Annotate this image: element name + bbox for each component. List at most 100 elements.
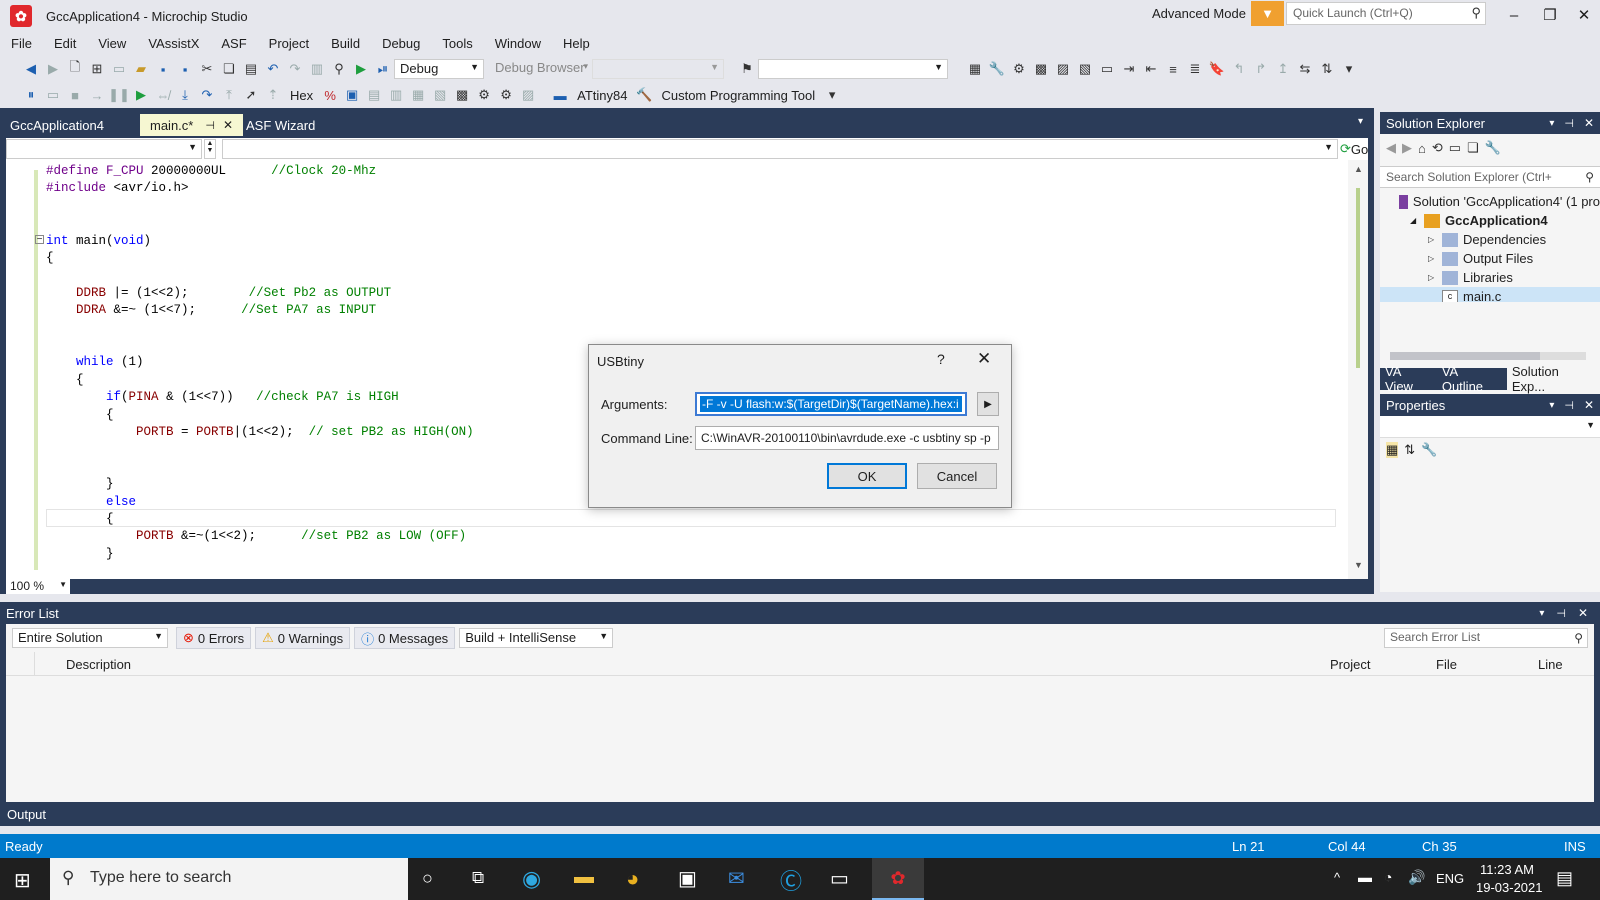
edge-icon[interactable]: ◉	[522, 866, 541, 892]
tab-va-view[interactable]: VA View	[1380, 361, 1437, 397]
advanced-mode-label[interactable]: Advanced Mode	[1152, 6, 1246, 21]
scope-select[interactable]: Entire Solution ▼	[12, 628, 168, 648]
program-icon[interactable]: ⚙	[473, 85, 495, 105]
pin-icon[interactable]: ⊣	[1564, 399, 1574, 412]
tab-overflow-icon[interactable]: ▾	[1358, 116, 1363, 127]
menu-edit[interactable]: Edit	[43, 33, 87, 54]
properties-object-select[interactable]: ▼	[1380, 416, 1600, 438]
find-combo[interactable]: ▼	[758, 59, 948, 79]
tab-solution-explorer[interactable]: Solution Exp...	[1506, 361, 1600, 397]
comment-icon[interactable]: ≡	[1162, 59, 1184, 79]
minimize-button[interactable]: –	[1496, 4, 1532, 26]
break-all-icon[interactable]: ⏸	[20, 85, 42, 105]
hex-toggle[interactable]: Hex	[284, 88, 319, 103]
toggle-icon[interactable]: ⇆	[1294, 59, 1316, 79]
trace-icon[interactable]: ▨	[517, 85, 539, 105]
show-all-icon[interactable]: ❏	[1467, 140, 1479, 156]
stop-icon[interactable]: ■	[64, 85, 86, 105]
outdent-icon[interactable]: ⇤	[1140, 59, 1162, 79]
taskbar-search-input[interactable]: ⚲ Type here to search	[50, 858, 408, 900]
expand-icon[interactable]: ◢	[1410, 216, 1424, 225]
messages-filter[interactable]: ⓘ 0 Messages	[354, 627, 456, 649]
categorized-icon[interactable]: ▦	[1386, 442, 1399, 458]
close-icon[interactable]: ✕	[1578, 606, 1588, 620]
device-programming-icon[interactable]: ▦	[964, 59, 986, 79]
undo-icon[interactable]: ↶	[262, 59, 284, 79]
pin-icon[interactable]: ⊣	[1564, 117, 1574, 130]
clock-time[interactable]: 11:23 AM	[1480, 862, 1534, 877]
step-out-icon[interactable]: ⤒	[218, 85, 240, 105]
notifications-icon[interactable]: ▤	[1556, 868, 1573, 889]
save-icon[interactable]: ▪	[152, 59, 174, 79]
run-to-cursor-icon[interactable]: ➚	[240, 85, 262, 105]
windows-start-icon[interactable]: ⊞	[14, 868, 31, 893]
column-file[interactable]: File	[1436, 657, 1457, 672]
store-icon[interactable]: ▣	[678, 866, 697, 891]
forward-icon[interactable]: ▶	[42, 59, 64, 79]
tree-item[interactable]: ▷ Libraries	[1380, 268, 1600, 287]
close-tab-icon[interactable]: ✕	[223, 118, 233, 132]
cancel-button[interactable]: Cancel	[917, 463, 997, 489]
tab-asf-wizard[interactable]: ASF Wizard	[236, 114, 325, 136]
restore-button[interactable]: ❐	[1532, 4, 1568, 26]
column-line[interactable]: Line	[1538, 657, 1563, 672]
solution-search-input[interactable]: Search Solution Explorer (Ctrl+ ⚲	[1380, 166, 1600, 188]
menu-view[interactable]: View	[87, 33, 137, 54]
menu-vassistx[interactable]: VAssistX	[137, 33, 210, 54]
step-icon[interactable]: →	[86, 85, 108, 105]
expand-icon[interactable]: ▷	[1428, 254, 1442, 263]
microchip-studio-taskbar-icon[interactable]: ✿	[872, 858, 924, 900]
menu-tools[interactable]: Tools	[431, 33, 483, 54]
bookmark-icon[interactable]: 🔖	[1206, 59, 1228, 79]
programming-tool-icon[interactable]: 🔨	[633, 85, 655, 105]
wrench-icon[interactable]: 🔧	[986, 59, 1008, 79]
start-debugging-icon[interactable]: ▶	[350, 59, 372, 79]
back-icon[interactable]: ◀	[1386, 140, 1396, 156]
zoom-select[interactable]: 100 % ▼	[6, 579, 70, 594]
clear-bookmark-icon[interactable]: ↥	[1272, 59, 1294, 79]
arguments-menu-button[interactable]: ▶	[977, 392, 999, 416]
paste-icon[interactable]: ▤	[240, 59, 262, 79]
cortana-icon[interactable]: ○	[422, 868, 433, 889]
scope-spinner[interactable]: ▲ ▼	[204, 139, 216, 159]
show-next-statement-icon[interactable]: ⇡	[262, 85, 284, 105]
tray-chevron-icon[interactable]: ^	[1334, 870, 1340, 885]
errors-filter[interactable]: ⊗ 0 Errors	[176, 627, 252, 649]
tab-va-outline[interactable]: VA Outline	[1437, 361, 1507, 397]
close-window-button[interactable]: ✕	[1566, 4, 1600, 26]
menu-help[interactable]: Help	[552, 33, 601, 54]
expand-icon[interactable]: ▷	[1428, 273, 1442, 282]
scroll-thumb[interactable]	[1356, 188, 1360, 368]
indent-icon[interactable]: ⇥	[1118, 59, 1140, 79]
windows-icon[interactable]: ▣	[341, 85, 363, 105]
tab-gccapplication4[interactable]: GccApplication4	[0, 114, 114, 136]
close-icon[interactable]: ✕	[1584, 116, 1594, 130]
registers-icon[interactable]: ▥	[385, 85, 407, 105]
extension-icon[interactable]: ▨	[1052, 59, 1074, 79]
close-icon[interactable]: ✕	[1584, 398, 1594, 412]
cut-icon[interactable]: ✂	[196, 59, 218, 79]
continue-icon[interactable]: ▶	[130, 85, 152, 105]
open-folder-icon[interactable]: ▰	[130, 59, 152, 79]
toolbar-options-icon[interactable]: ▾	[1338, 59, 1360, 79]
properties-icon[interactable]: 🔧	[1485, 140, 1501, 156]
arguments-input[interactable]: -F -v -U flash:w:$(TargetDir)$(TargetNam…	[695, 392, 967, 416]
tab-main-c[interactable]: main.c* ⊣ ✕	[140, 114, 244, 136]
reset-icon[interactable]: ▭	[42, 85, 64, 105]
tree-item[interactable]: Solution 'GccApplication4' (1 pro	[1380, 192, 1600, 211]
se-horizontal-scrollbar[interactable]	[1390, 352, 1586, 360]
pin-icon[interactable]: ⊣	[205, 119, 215, 132]
forward-icon[interactable]: ▶	[1402, 140, 1412, 156]
terminal-icon[interactable]: ▭	[830, 866, 849, 891]
menu-debug[interactable]: Debug	[371, 33, 431, 54]
tree-item[interactable]: ▷ Output Files	[1380, 249, 1600, 268]
menu-build[interactable]: Build	[320, 33, 371, 54]
programming-tool-name[interactable]: Custom Programming Tool	[655, 88, 821, 103]
build-filter-select[interactable]: Build + IntelliSense ▼	[459, 628, 614, 648]
file-explorer-icon[interactable]: ▬	[574, 866, 594, 889]
collapse-icon[interactable]: −	[35, 235, 44, 245]
watch-icon[interactable]: ▧	[429, 85, 451, 105]
ok-button[interactable]: OK	[827, 463, 907, 489]
tree-item[interactable]: ▷ Dependencies	[1380, 230, 1600, 249]
volume-icon[interactable]: 🔊	[1408, 869, 1425, 886]
